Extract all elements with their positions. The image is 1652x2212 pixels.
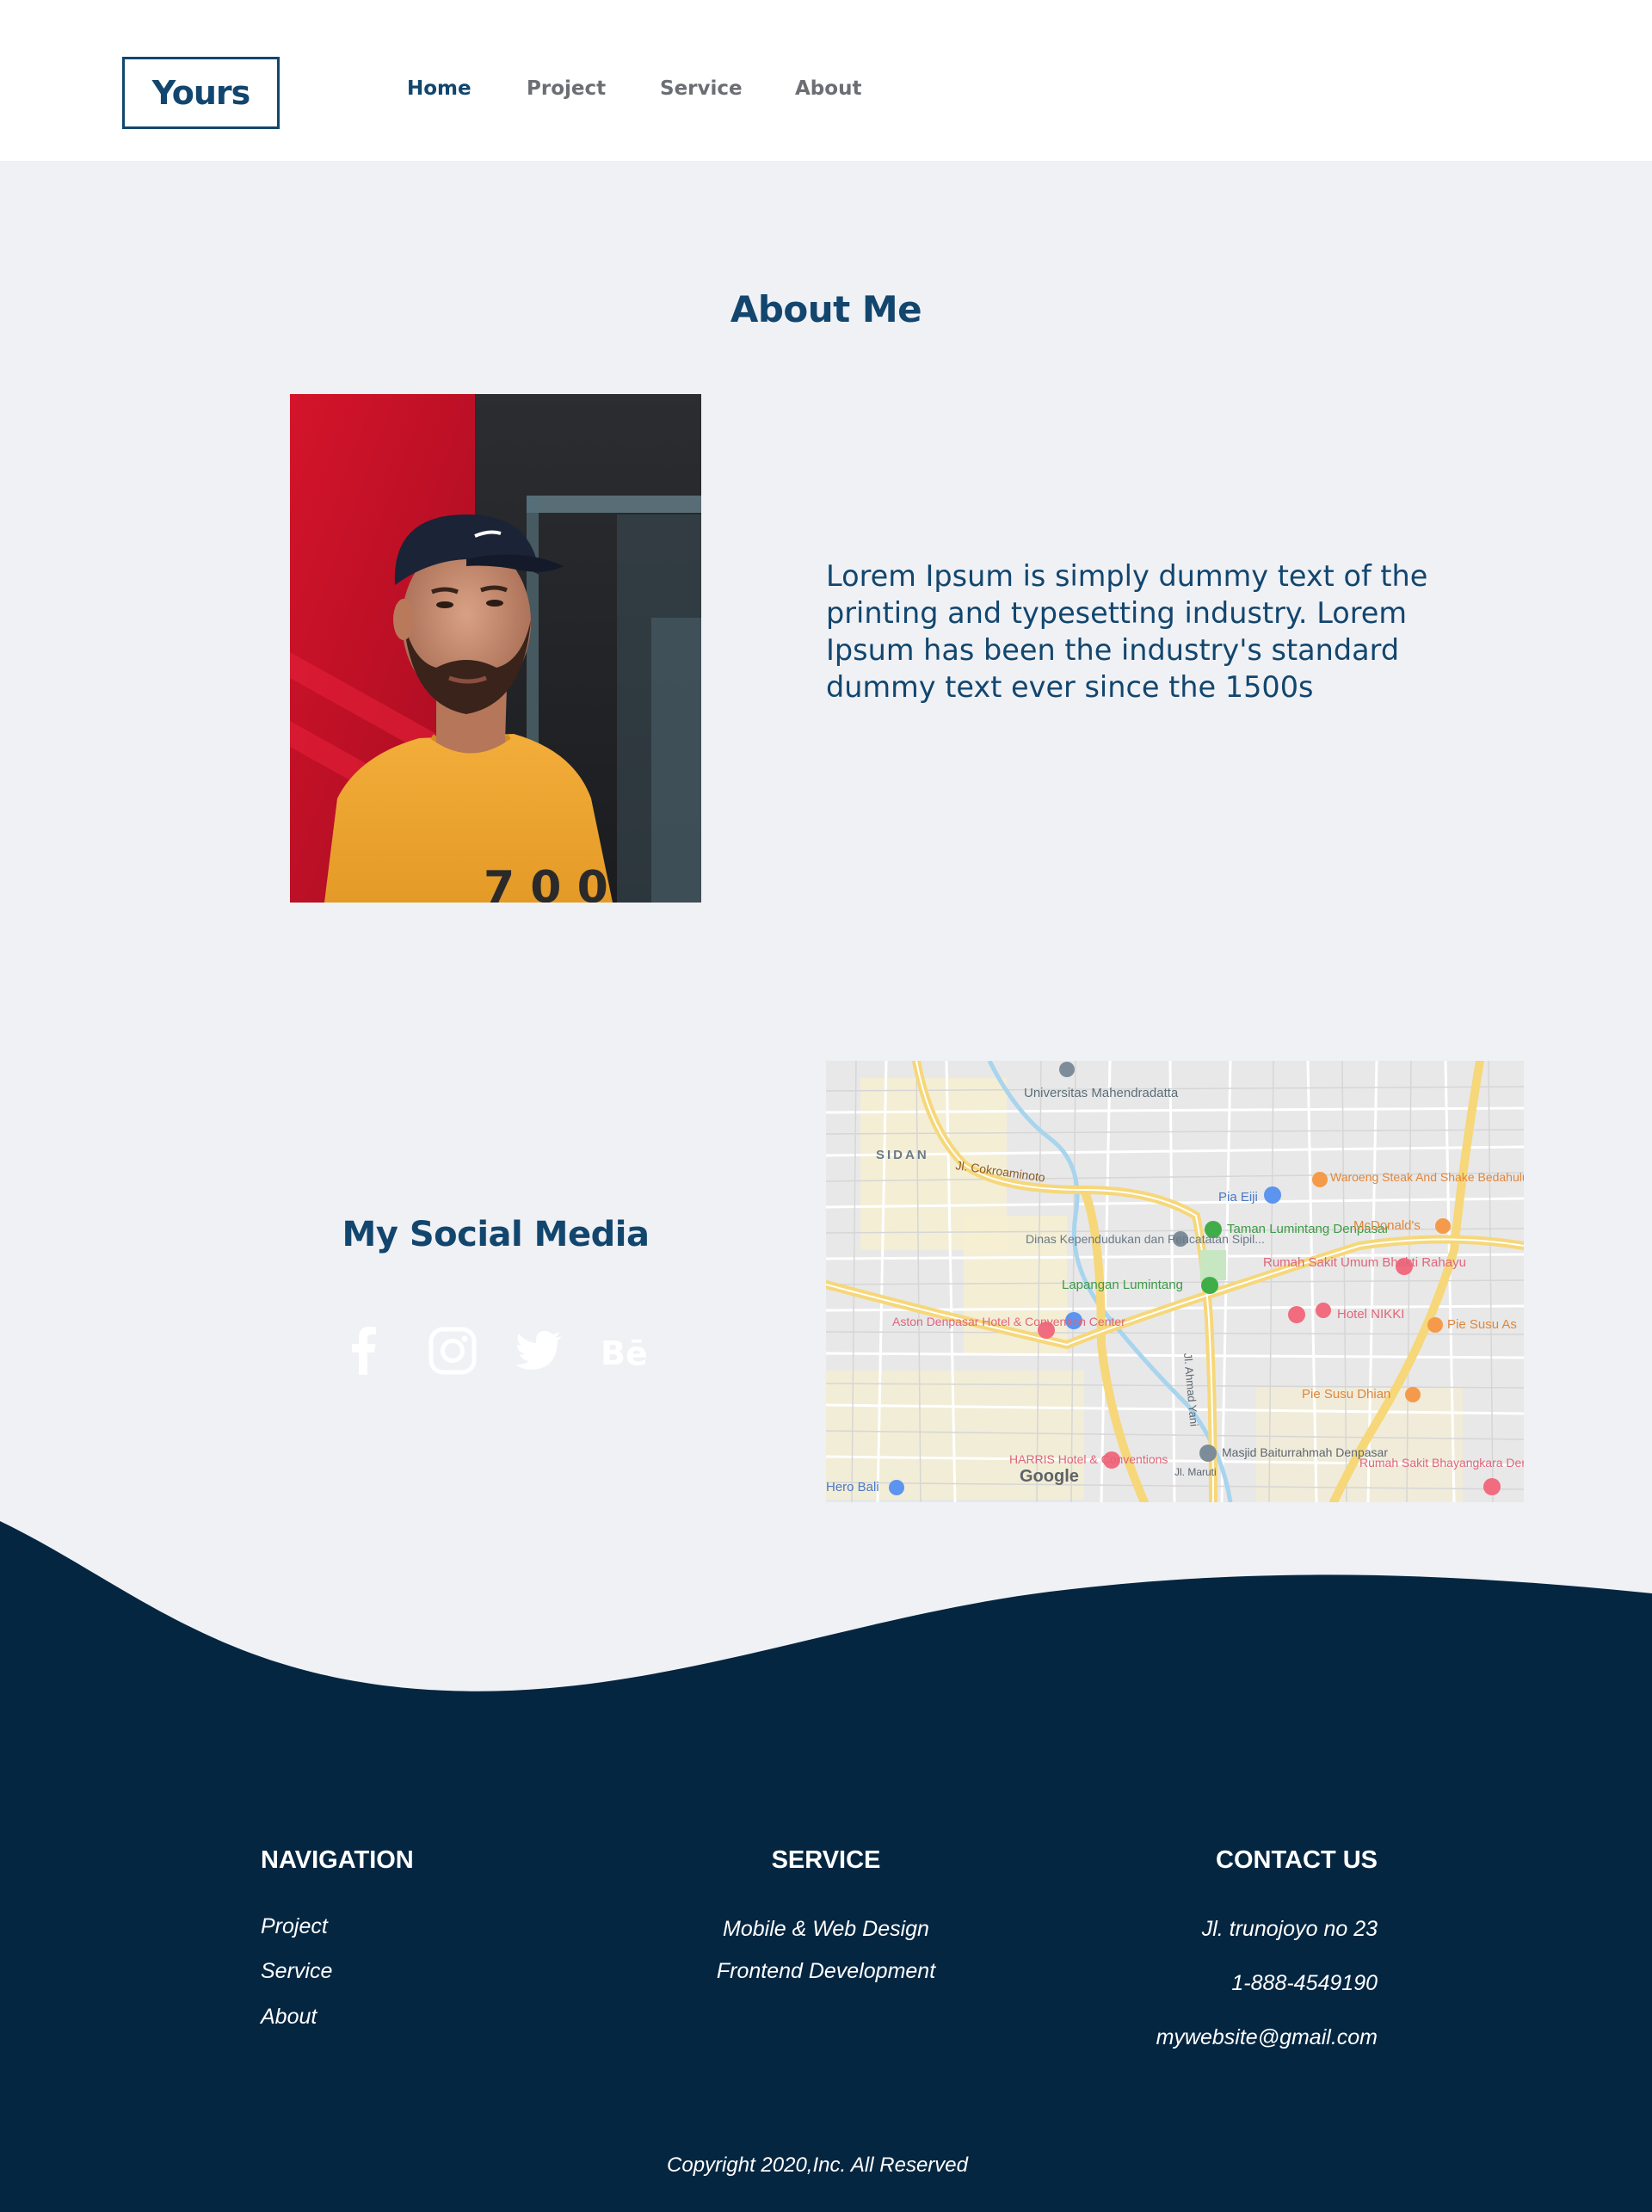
map-label: Universitas Mahendradatta xyxy=(1024,1086,1179,1100)
about-text: Lorem Ipsum is simply dummy text of the … xyxy=(826,559,1428,704)
footer-link-about[interactable]: About xyxy=(261,2005,317,2030)
svg-text:HARRIS Hotel & Conventions: HARRIS Hotel & Conventions xyxy=(1009,1452,1168,1466)
nav-service[interactable]: Service xyxy=(660,77,743,100)
about-title: About Me xyxy=(730,288,922,330)
contact-address: Jl. trunojoyo no 23 xyxy=(1201,1917,1378,1941)
contact-phone[interactable]: 1-888-4549190 xyxy=(1231,1971,1378,1996)
instagram-icon[interactable] xyxy=(427,1325,478,1377)
svg-text:Jl. Maruti: Jl. Maruti xyxy=(1174,1466,1217,1478)
svg-text:7 0 0: 7 0 0 xyxy=(484,862,608,903)
behance-icon[interactable]: Bē xyxy=(599,1325,650,1377)
svg-text:Hero Bali: Hero Bali xyxy=(826,1480,879,1494)
site-header: Yours Home Project Service About xyxy=(0,0,1652,161)
svg-text:McDonald's: McDonald's xyxy=(1353,1218,1421,1233)
copyright: Copyright 2020,Inc. All Reserved xyxy=(667,2153,968,2177)
location-map[interactable]: Universitas Mahendradatta SIDAN Jl. Cokr… xyxy=(826,1061,1524,1502)
svg-text:Aston Denpasar Hotel & Convent: Aston Denpasar Hotel & Convention Center xyxy=(892,1315,1125,1328)
logo[interactable]: Yours xyxy=(122,57,280,129)
svg-text:Waroeng Steak And Shake Bedahu: Waroeng Steak And Shake Bedahulu Bali xyxy=(1330,1170,1524,1184)
twitter-icon[interactable] xyxy=(513,1325,564,1377)
portrait-photo: 7 0 0 xyxy=(290,394,701,903)
svg-text:Bē: Bē xyxy=(601,1334,648,1372)
footer-wave xyxy=(0,1521,1652,1738)
footer-service-title: SERVICE xyxy=(771,1846,881,1874)
svg-text:Hotel NIKKI: Hotel NIKKI xyxy=(1337,1307,1404,1322)
svg-text:Rumah Sakit Umum Bhakti Rahayu: Rumah Sakit Umum Bhakti Rahayu xyxy=(1263,1255,1466,1270)
svg-text:Pie Susu Dhian: Pie Susu Dhian xyxy=(1302,1387,1390,1402)
svg-text:Lapangan Lumintang: Lapangan Lumintang xyxy=(1062,1278,1183,1292)
svg-text:Pia Eiji: Pia Eiji xyxy=(1218,1190,1258,1205)
service-item: Mobile & Web Design xyxy=(723,1917,929,1941)
service-item: Frontend Development xyxy=(716,1959,936,1983)
social-media-title: My Social Media xyxy=(342,1215,650,1254)
nav-about[interactable]: About xyxy=(795,77,861,100)
nav-project[interactable]: Project xyxy=(527,77,606,100)
google-logo: Google xyxy=(1020,1467,1079,1486)
nav-home[interactable]: Home xyxy=(407,77,472,100)
facebook-icon[interactable] xyxy=(339,1325,391,1377)
contact-email[interactable]: mywebsite@gmail.com xyxy=(1156,2025,1378,2050)
footer-contact-title: CONTACT US xyxy=(1216,1846,1378,1874)
svg-text:Dinas Kependudukan dan Pencata: Dinas Kependudukan dan Pencatatan Sipil.… xyxy=(1026,1232,1265,1246)
svg-text:Pie Susu As: Pie Susu As xyxy=(1447,1317,1517,1332)
svg-text:Rumah Sakit Bhayangkara Denpas: Rumah Sakit Bhayangkara Denpasar xyxy=(1359,1456,1524,1470)
svg-text:SIDAN: SIDAN xyxy=(876,1148,929,1162)
